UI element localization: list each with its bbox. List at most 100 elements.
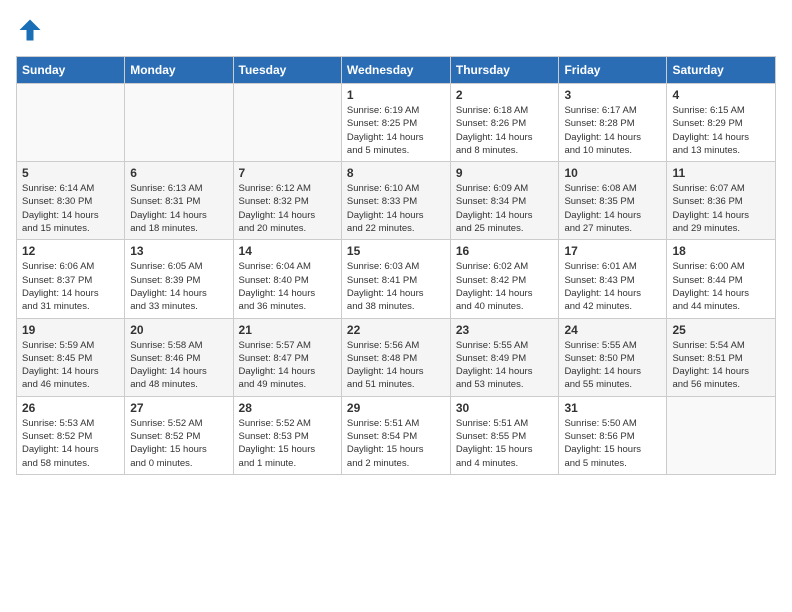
calendar-cell: 18 Sunrise: 6:00 AMSunset: 8:44 PMDayligh… (667, 240, 776, 318)
day-info: Sunrise: 6:07 AMSunset: 8:36 PMDaylight:… (672, 182, 770, 235)
day-number: 6 (130, 166, 227, 180)
calendar-cell (667, 396, 776, 474)
calendar-cell: 23 Sunrise: 5:55 AMSunset: 8:49 PMDayligh… (450, 318, 559, 396)
day-info: Sunrise: 5:53 AMSunset: 8:52 PMDaylight:… (22, 417, 119, 470)
day-info: Sunrise: 6:18 AMSunset: 8:26 PMDaylight:… (456, 104, 554, 157)
day-number: 29 (347, 401, 445, 415)
day-number: 5 (22, 166, 119, 180)
day-number: 2 (456, 88, 554, 102)
day-number: 14 (239, 244, 336, 258)
logo (16, 16, 46, 44)
day-info: Sunrise: 5:55 AMSunset: 8:49 PMDaylight:… (456, 339, 554, 392)
calendar-cell (17, 84, 125, 162)
day-info: Sunrise: 6:00 AMSunset: 8:44 PMDaylight:… (672, 260, 770, 313)
day-number: 12 (22, 244, 119, 258)
calendar-cell: 1 Sunrise: 6:19 AMSunset: 8:25 PMDaylight… (341, 84, 450, 162)
calendar-cell: 11 Sunrise: 6:07 AMSunset: 8:36 PMDayligh… (667, 162, 776, 240)
day-number: 19 (22, 323, 119, 337)
day-number: 17 (564, 244, 661, 258)
day-info: Sunrise: 6:10 AMSunset: 8:33 PMDaylight:… (347, 182, 445, 235)
weekday-header-row: SundayMondayTuesdayWednesdayThursdayFrid… (17, 57, 776, 84)
day-info: Sunrise: 6:15 AMSunset: 8:29 PMDaylight:… (672, 104, 770, 157)
calendar-cell: 16Sunrise: 6:02 AMSunset: 8:42 PMDayligh… (450, 240, 559, 318)
weekday-header-monday: Monday (125, 57, 233, 84)
calendar-cell: 5 Sunrise: 6:14 AMSunset: 8:30 PMDaylight… (17, 162, 125, 240)
day-number: 21 (239, 323, 336, 337)
day-info: Sunrise: 5:52 AMSunset: 8:53 PMDaylight:… (239, 417, 336, 470)
day-number: 9 (456, 166, 554, 180)
calendar-cell: 21 Sunrise: 5:57 AMSunset: 8:47 PMDayligh… (233, 318, 341, 396)
calendar-cell: 15 Sunrise: 6:03 AMSunset: 8:41 PMDayligh… (341, 240, 450, 318)
calendar-cell: 27 Sunrise: 5:52 AMSunset: 8:52 PMDayligh… (125, 396, 233, 474)
day-number: 3 (564, 88, 661, 102)
day-info: Sunrise: 6:19 AMSunset: 8:25 PMDaylight:… (347, 104, 445, 157)
day-info: Sunrise: 5:56 AMSunset: 8:48 PMDaylight:… (347, 339, 445, 392)
calendar-cell: 6 Sunrise: 6:13 AMSunset: 8:31 PMDaylight… (125, 162, 233, 240)
calendar-cell: 14 Sunrise: 6:04 AMSunset: 8:40 PMDayligh… (233, 240, 341, 318)
weekday-header-tuesday: Tuesday (233, 57, 341, 84)
day-info: Sunrise: 6:01 AMSunset: 8:43 PMDaylight:… (564, 260, 661, 313)
week-row-2: 5 Sunrise: 6:14 AMSunset: 8:30 PMDaylight… (17, 162, 776, 240)
weekday-header-friday: Friday (559, 57, 667, 84)
week-row-5: 26Sunrise: 5:53 AMSunset: 8:52 PMDayligh… (17, 396, 776, 474)
calendar-cell: 30 Sunrise: 5:51 AMSunset: 8:55 PMDayligh… (450, 396, 559, 474)
calendar-cell: 17 Sunrise: 6:01 AMSunset: 8:43 PMDayligh… (559, 240, 667, 318)
day-info: Sunrise: 6:13 AMSunset: 8:31 PMDaylight:… (130, 182, 227, 235)
calendar-cell: 26Sunrise: 5:53 AMSunset: 8:52 PMDayligh… (17, 396, 125, 474)
calendar-cell: 10 Sunrise: 6:08 AMSunset: 8:35 PMDayligh… (559, 162, 667, 240)
day-info: Sunrise: 6:05 AMSunset: 8:39 PMDaylight:… (130, 260, 227, 313)
day-number: 7 (239, 166, 336, 180)
calendar-cell: 13 Sunrise: 6:05 AMSunset: 8:39 PMDayligh… (125, 240, 233, 318)
day-info: Sunrise: 6:14 AMSunset: 8:30 PMDaylight:… (22, 182, 119, 235)
logo-icon (16, 16, 44, 44)
day-info: Sunrise: 6:08 AMSunset: 8:35 PMDaylight:… (564, 182, 661, 235)
day-number: 13 (130, 244, 227, 258)
day-number: 31 (564, 401, 661, 415)
week-row-3: 12 Sunrise: 6:06 AMSunset: 8:37 PMDayligh… (17, 240, 776, 318)
day-number: 20 (130, 323, 227, 337)
calendar-cell: 20 Sunrise: 5:58 AMSunset: 8:46 PMDayligh… (125, 318, 233, 396)
calendar-cell: 3 Sunrise: 6:17 AMSunset: 8:28 PMDaylight… (559, 84, 667, 162)
day-number: 25 (672, 323, 770, 337)
day-info: Sunrise: 6:03 AMSunset: 8:41 PMDaylight:… (347, 260, 445, 313)
day-number: 30 (456, 401, 554, 415)
calendar-cell (125, 84, 233, 162)
day-number: 16 (456, 244, 554, 258)
day-info: Sunrise: 5:58 AMSunset: 8:46 PMDaylight:… (130, 339, 227, 392)
day-info: Sunrise: 5:54 AMSunset: 8:51 PMDaylight:… (672, 339, 770, 392)
day-number: 15 (347, 244, 445, 258)
calendar-cell: 19Sunrise: 5:59 AMSunset: 8:45 PMDayligh… (17, 318, 125, 396)
weekday-header-wednesday: Wednesday (341, 57, 450, 84)
day-info: Sunrise: 6:17 AMSunset: 8:28 PMDaylight:… (564, 104, 661, 157)
calendar-cell: 2 Sunrise: 6:18 AMSunset: 8:26 PMDaylight… (450, 84, 559, 162)
day-info: Sunrise: 6:06 AMSunset: 8:37 PMDaylight:… (22, 260, 119, 313)
calendar-cell: 24Sunrise: 5:55 AMSunset: 8:50 PMDayligh… (559, 318, 667, 396)
day-number: 1 (347, 88, 445, 102)
calendar-cell: 28 Sunrise: 5:52 AMSunset: 8:53 PMDayligh… (233, 396, 341, 474)
day-info: Sunrise: 5:52 AMSunset: 8:52 PMDaylight:… (130, 417, 227, 470)
calendar-cell: 8Sunrise: 6:10 AMSunset: 8:33 PMDaylight… (341, 162, 450, 240)
week-row-1: 1 Sunrise: 6:19 AMSunset: 8:25 PMDaylight… (17, 84, 776, 162)
day-info: Sunrise: 5:57 AMSunset: 8:47 PMDaylight:… (239, 339, 336, 392)
weekday-header-sunday: Sunday (17, 57, 125, 84)
calendar-cell: 25 Sunrise: 5:54 AMSunset: 8:51 PMDayligh… (667, 318, 776, 396)
day-info: Sunrise: 6:12 AMSunset: 8:32 PMDaylight:… (239, 182, 336, 235)
day-number: 28 (239, 401, 336, 415)
calendar-cell: 12 Sunrise: 6:06 AMSunset: 8:37 PMDayligh… (17, 240, 125, 318)
weekday-header-saturday: Saturday (667, 57, 776, 84)
day-number: 10 (564, 166, 661, 180)
day-number: 11 (672, 166, 770, 180)
week-row-4: 19Sunrise: 5:59 AMSunset: 8:45 PMDayligh… (17, 318, 776, 396)
page-header (16, 16, 776, 44)
calendar-cell: 4Sunrise: 6:15 AMSunset: 8:29 PMDaylight… (667, 84, 776, 162)
day-info: Sunrise: 5:50 AMSunset: 8:56 PMDaylight:… (564, 417, 661, 470)
weekday-header-thursday: Thursday (450, 57, 559, 84)
day-info: Sunrise: 5:51 AMSunset: 8:55 PMDaylight:… (456, 417, 554, 470)
day-number: 23 (456, 323, 554, 337)
day-info: Sunrise: 6:04 AMSunset: 8:40 PMDaylight:… (239, 260, 336, 313)
day-number: 18 (672, 244, 770, 258)
calendar-table: SundayMondayTuesdayWednesdayThursdayFrid… (16, 56, 776, 475)
calendar-cell: 22Sunrise: 5:56 AMSunset: 8:48 PMDayligh… (341, 318, 450, 396)
day-number: 27 (130, 401, 227, 415)
day-info: Sunrise: 5:51 AMSunset: 8:54 PMDaylight:… (347, 417, 445, 470)
